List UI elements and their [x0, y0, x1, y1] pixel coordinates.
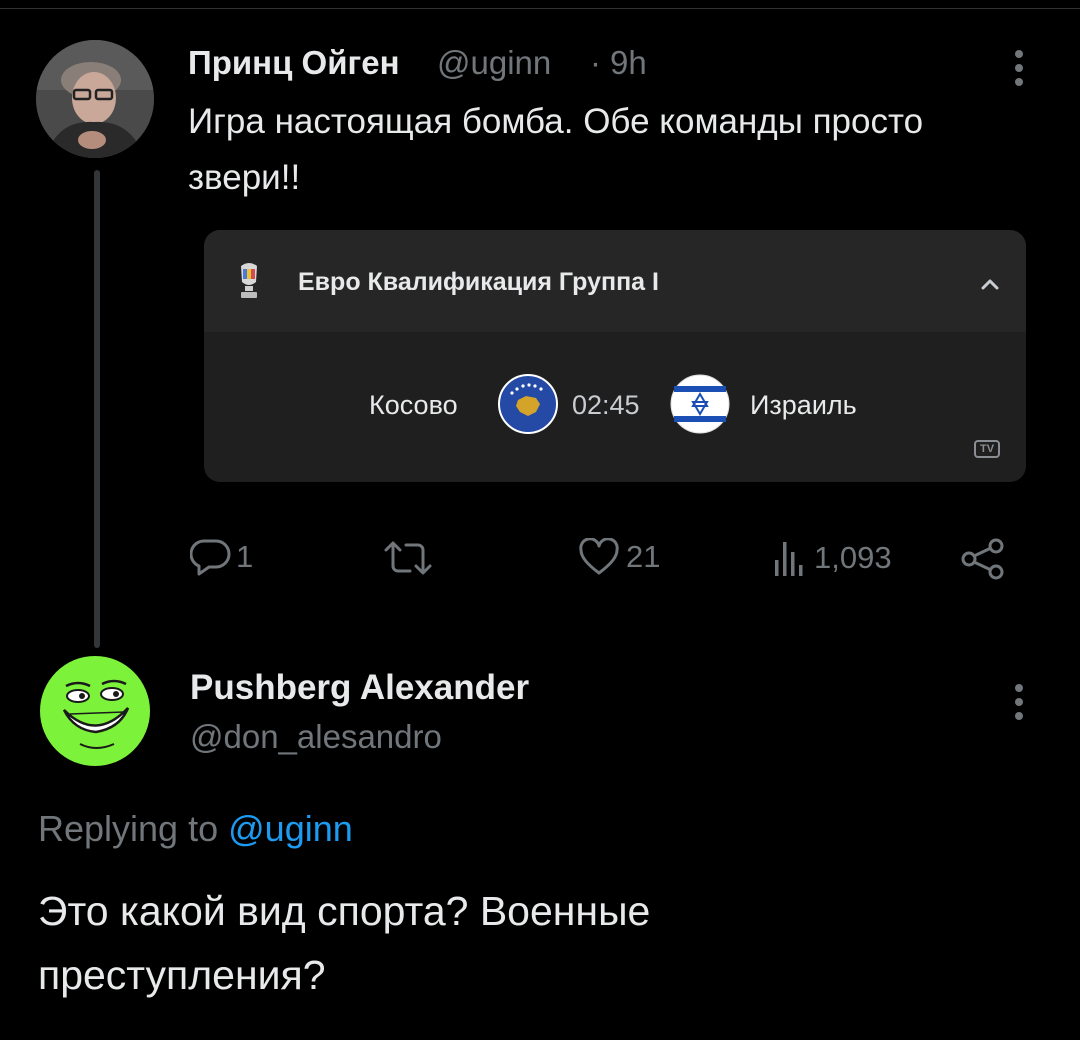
heart-icon — [579, 538, 619, 575]
chevron-up-icon[interactable] — [980, 278, 1000, 290]
tweet-time[interactable]: 9h — [610, 44, 647, 82]
retweet-icon — [384, 541, 432, 575]
share-icon — [961, 538, 1004, 580]
dot-icon — [1015, 64, 1023, 72]
replying-to: Replying to @uginn — [38, 808, 353, 850]
reply-author-handle[interactable]: @don_alesandro — [190, 718, 442, 756]
reply-button[interactable]: 1 — [190, 538, 253, 576]
reply-text-line-1: Это какой вид спорта? Военные — [38, 888, 651, 934]
like-count: 21 — [626, 539, 661, 574]
israel-flag-icon — [670, 374, 730, 434]
views-chart-icon — [775, 542, 803, 576]
views-button[interactable]: 1,093 — [770, 538, 892, 578]
thread-connector-line — [94, 170, 100, 648]
match-card[interactable]: Евро Квалификация Группа I Косово 02:45 … — [204, 230, 1026, 482]
league-title: Евро Квалификация Группа I — [298, 268, 659, 296]
reply-author-name[interactable]: Pushberg Alexander — [190, 668, 529, 708]
match-time: 02:45 — [572, 390, 640, 420]
dot-icon — [1015, 698, 1023, 706]
match-card-header[interactable]: Евро Квалификация Группа I — [204, 230, 1026, 332]
replying-prefix: Replying to — [38, 808, 219, 849]
dot-icon — [1015, 50, 1023, 58]
tv-badge: TV — [974, 440, 1000, 458]
reply-more-options-button[interactable] — [1013, 684, 1025, 720]
person-avatar-icon — [36, 40, 154, 158]
avatar[interactable] — [36, 40, 154, 158]
replying-mention-link[interactable]: @uginn — [228, 808, 353, 849]
like-button[interactable]: 21 — [578, 538, 660, 576]
dot-icon — [1015, 684, 1023, 692]
top-divider — [0, 8, 1080, 9]
reply-count: 1 — [236, 539, 254, 574]
avatar[interactable] — [36, 652, 154, 770]
tweet-text-line-2: звери!! — [188, 158, 301, 197]
retweet-button[interactable] — [382, 538, 434, 578]
meta-separator: · — [590, 44, 601, 81]
reply-icon — [190, 539, 231, 576]
kosovo-flag-icon — [498, 374, 558, 434]
views-count: 1,093 — [814, 540, 892, 575]
author-name[interactable]: Принц Ойген — [188, 44, 400, 82]
dot-icon — [1015, 78, 1023, 86]
share-button[interactable] — [960, 538, 1006, 580]
away-team-name: Израиль — [750, 390, 857, 420]
troll-face-avatar-icon — [37, 653, 153, 769]
dot-icon — [1015, 712, 1023, 720]
euro-trophy-icon — [241, 263, 257, 298]
more-options-button[interactable] — [1013, 50, 1025, 86]
home-team-name: Косово — [369, 390, 458, 420]
reply-text-line-2: преступления? — [38, 952, 326, 998]
author-handle[interactable]: @uginn — [437, 44, 551, 82]
tweet-text-line-1: Игра настоящая бомба. Обе команды просто — [188, 102, 924, 141]
